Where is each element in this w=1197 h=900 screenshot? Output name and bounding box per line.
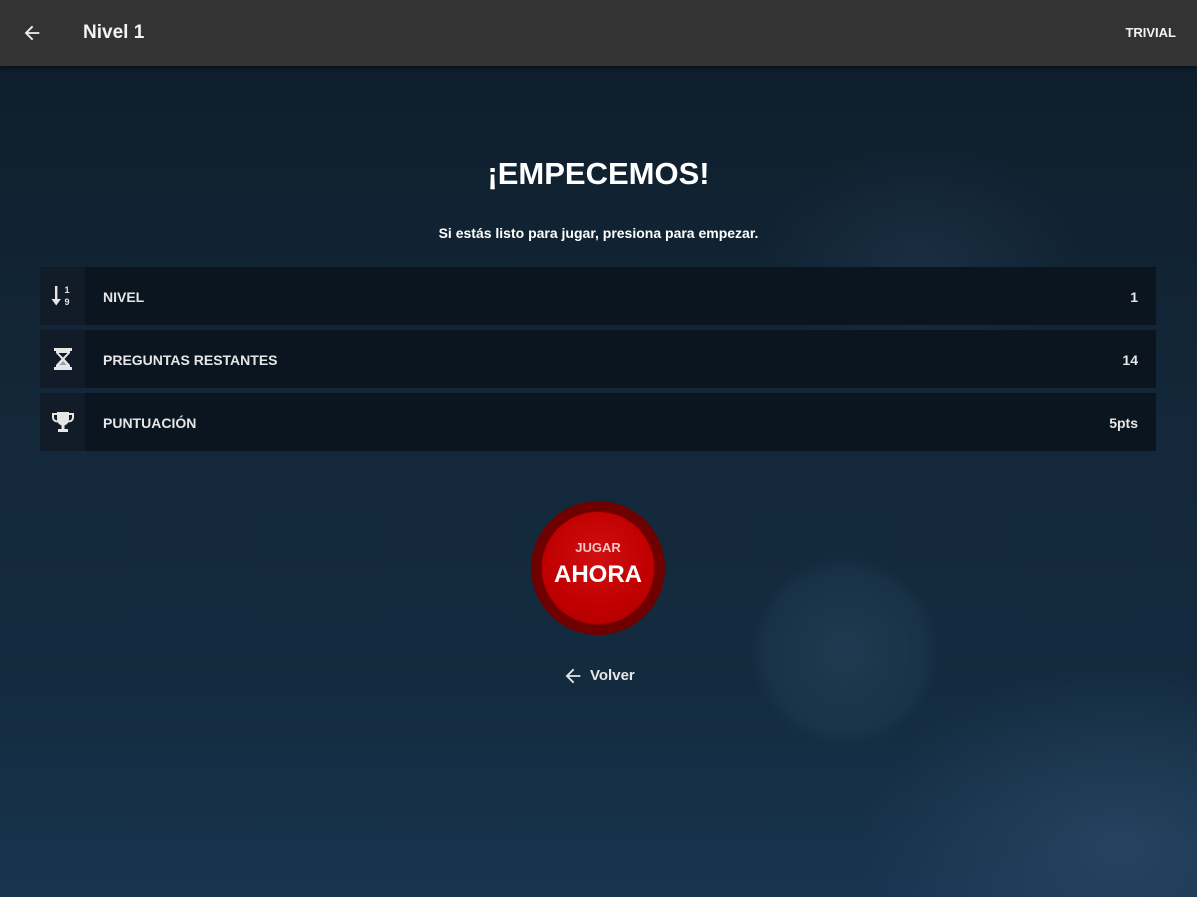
stat-row-preguntas: PREGUNTAS RESTANTES 14	[40, 330, 1156, 388]
back-button[interactable]	[16, 17, 48, 49]
stat-value: 14	[1122, 352, 1138, 368]
trivial-button[interactable]: TRIVIAL	[1125, 24, 1176, 42]
back-link-label: Volver	[590, 667, 635, 684]
play-now-button[interactable]: JUGAR AHORA	[531, 501, 665, 635]
svg-text:9: 9	[64, 297, 69, 307]
main-content: ¡EMPECEMOS! Si estás listo para jugar, p…	[0, 66, 1197, 897]
stat-label: NIVEL	[103, 289, 145, 305]
heading: ¡EMPECEMOS!	[487, 156, 710, 191]
stat-value: 5pts	[1109, 415, 1138, 431]
svg-text:1: 1	[64, 285, 69, 295]
subheading: Si estás listo para jugar, presiona para…	[438, 225, 759, 241]
play-button-big-label: AHORA	[554, 561, 642, 588]
page-title: Nivel 1	[83, 22, 145, 43]
stat-label: PREGUNTAS RESTANTES	[103, 352, 278, 368]
hourglass-icon	[40, 330, 85, 388]
stats-list: 1 9 NIVEL 1 PREGUNTAS RESTANTES 14 PUNTU…	[40, 267, 1156, 456]
arrow-left-icon	[24, 25, 40, 41]
app: Nivel 1 TRIVIAL ¡EMPECEMOS! Si estás lis…	[0, 0, 1197, 897]
trophy-icon	[40, 393, 85, 451]
stat-row-puntuacion: PUNTUACIÓN 5pts	[40, 393, 1156, 451]
arrow-left-icon	[565, 668, 581, 684]
app-bar: Nivel 1 TRIVIAL	[0, 0, 1197, 66]
stat-value: 1	[1130, 289, 1138, 305]
stat-label: PUNTUACIÓN	[103, 415, 197, 431]
play-button-small-label: JUGAR	[575, 540, 621, 555]
back-link[interactable]: Volver	[562, 665, 635, 687]
sort-numeric-icon: 1 9	[40, 267, 85, 325]
stat-row-nivel: 1 9 NIVEL 1	[40, 267, 1156, 325]
